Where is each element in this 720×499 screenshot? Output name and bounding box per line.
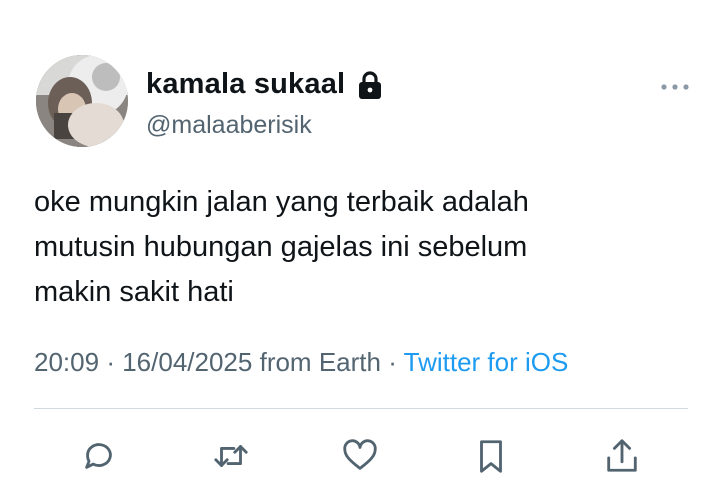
bookmark-icon [480, 440, 502, 473]
divider [34, 408, 688, 409]
more-horizontal-icon[interactable] [660, 80, 690, 94]
avatar[interactable] [36, 55, 128, 147]
bookmark-button[interactable] [470, 435, 512, 477]
tweet-location: from Earth [259, 347, 381, 377]
tweet-source-link[interactable]: Twitter for iOS [404, 347, 569, 377]
share-button[interactable] [601, 435, 643, 477]
avatar-image [36, 55, 128, 147]
retweet-button[interactable] [210, 435, 252, 477]
user-name-row: kamala sukaal [146, 68, 383, 101]
display-name[interactable]: kamala sukaal [146, 68, 345, 101]
share-icon [607, 439, 637, 472]
like-button[interactable] [339, 435, 381, 477]
tweet-time[interactable]: 20:09 [34, 347, 99, 377]
meta-separator: · [388, 347, 397, 377]
retweet-icon [214, 445, 248, 467]
user-handle[interactable]: @malaaberisik [146, 111, 312, 140]
tweet-text: oke mungkin jalan yang terbaik adalah mu… [34, 186, 529, 308]
reply-icon [85, 443, 112, 469]
reply-button[interactable] [78, 435, 120, 477]
meta-separator: · [106, 347, 115, 377]
tweet-date[interactable]: 16/04/2025 [122, 347, 252, 377]
action-bar [0, 435, 720, 483]
lock-icon [357, 70, 383, 100]
like-icon [343, 439, 377, 470]
tweet-meta: 20:09 · 16/04/2025 from Earth · Twitter … [34, 347, 568, 378]
